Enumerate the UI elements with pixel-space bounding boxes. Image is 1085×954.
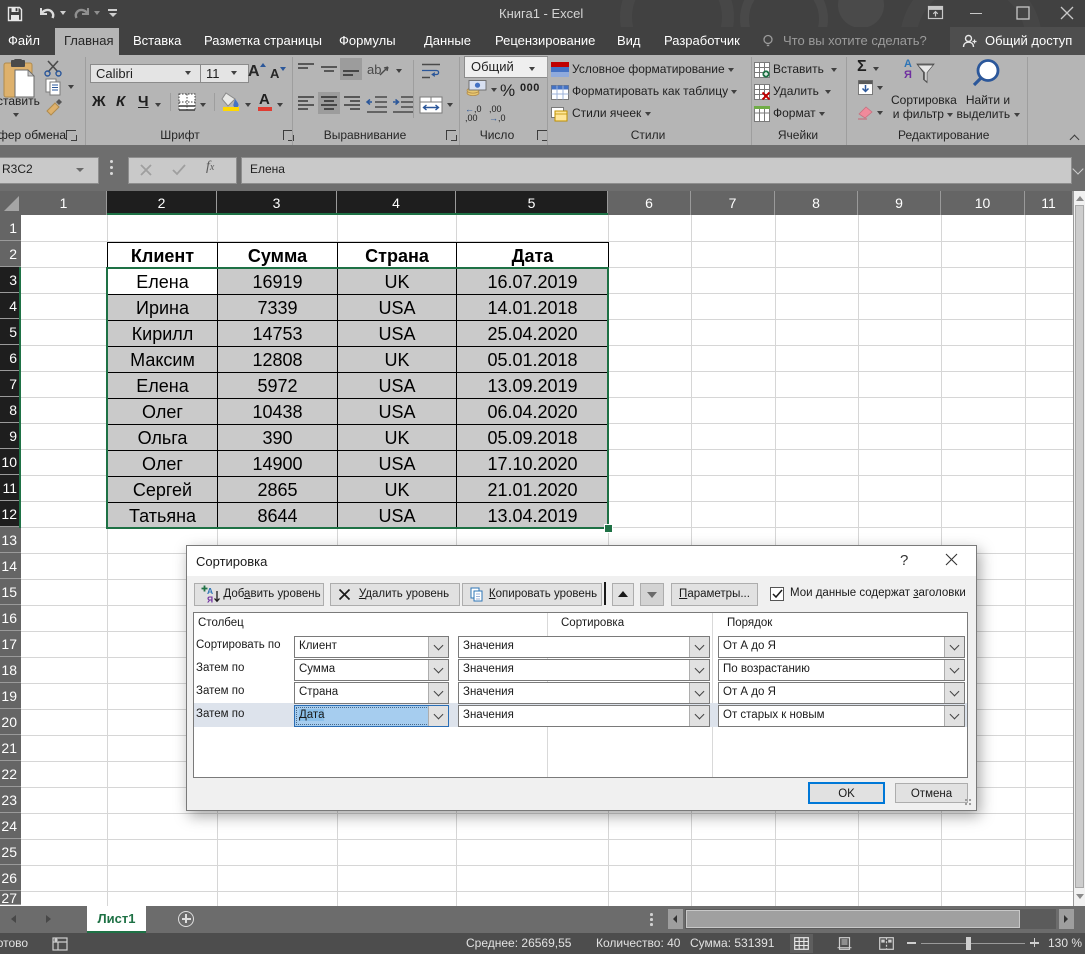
- svg-text:Я: Я: [207, 595, 213, 605]
- svg-text:ab: ab: [367, 62, 381, 77]
